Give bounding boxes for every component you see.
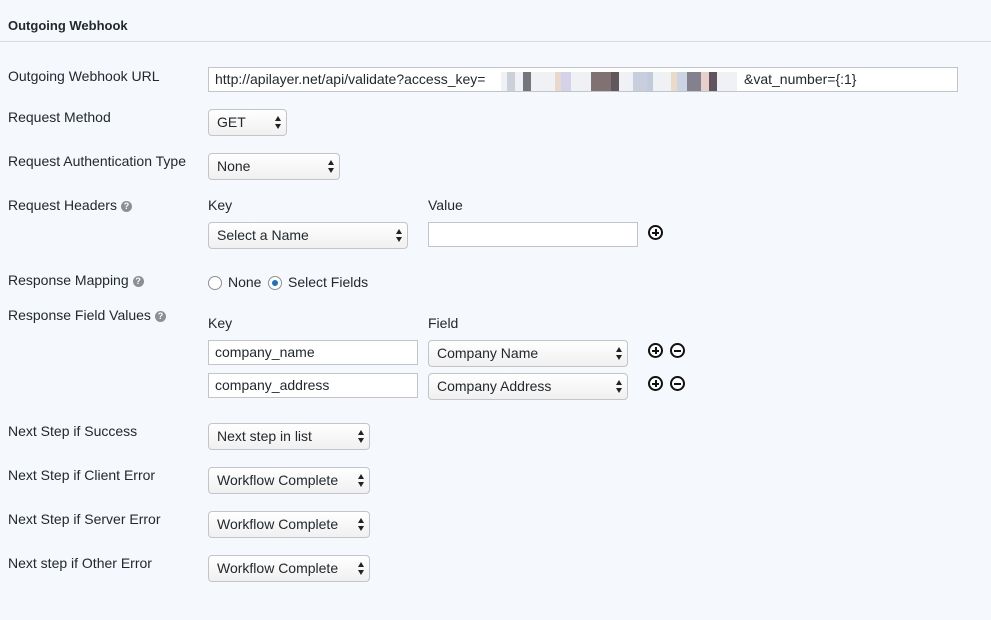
response-field-select[interactable]: Company Name xyxy=(428,340,628,367)
client-error-label: Next Step if Client Error xyxy=(8,467,156,483)
server-error-label: Next Step if Server Error xyxy=(8,511,161,527)
remove-row-minus-circle-icon[interactable] xyxy=(670,376,685,391)
mapping-label: Response Mapping? xyxy=(8,272,144,288)
success-step-value: Next step in list xyxy=(217,428,312,444)
mapping-none-radio[interactable] xyxy=(208,276,222,290)
updown-arrows-icon xyxy=(396,228,402,243)
success-label: Next Step if Success xyxy=(8,423,138,439)
updown-arrows-icon xyxy=(358,429,364,444)
mapping-select-fields-label: Select Fields xyxy=(288,274,369,290)
updown-arrows-icon xyxy=(358,561,364,576)
headers-value-heading: Value xyxy=(428,197,463,213)
field-values-label-text: Response Field Values xyxy=(8,307,151,323)
headers-key-heading: Key xyxy=(208,197,233,213)
help-circle-icon[interactable]: ? xyxy=(132,276,144,287)
url-label: Outgoing Webhook URL xyxy=(8,68,160,84)
help-circle-icon[interactable]: ? xyxy=(154,311,166,322)
updown-arrows-icon xyxy=(358,473,364,488)
add-row-plus-circle-icon[interactable] xyxy=(648,343,663,358)
url-prefix: http://apilayer.net/api/validate?access_… xyxy=(215,71,486,87)
headers-label: Request Headers? xyxy=(8,197,132,213)
method-label: Request Method xyxy=(8,109,111,125)
success-step-select[interactable]: Next step in list xyxy=(208,423,370,450)
header-name-select[interactable]: Select a Name xyxy=(208,222,408,249)
client-error-step-value: Workflow Complete xyxy=(217,472,339,488)
server-error-step-select[interactable]: Workflow Complete xyxy=(208,511,370,538)
webhook-url-input[interactable]: http://apilayer.net/api/validate?access_… xyxy=(208,67,958,92)
updown-arrows-icon xyxy=(358,517,364,532)
redacted-access-key xyxy=(501,72,737,91)
mapping-none-label: None xyxy=(228,274,262,290)
updown-arrows-icon xyxy=(328,159,334,174)
other-error-step-select[interactable]: Workflow Complete xyxy=(208,555,370,582)
mapping-label-text: Response Mapping xyxy=(8,272,129,288)
url-suffix: &vat_number={:1} xyxy=(744,71,857,87)
client-error-step-select[interactable]: Workflow Complete xyxy=(208,467,370,494)
other-error-step-value: Workflow Complete xyxy=(217,560,339,576)
header-name-value: Select a Name xyxy=(217,227,309,243)
auth-value: None xyxy=(217,158,251,174)
section-divider xyxy=(0,41,991,42)
response-field-value: Company Name xyxy=(437,345,539,361)
method-value: GET xyxy=(217,114,246,130)
other-error-label: Next step if Other Error xyxy=(8,555,152,571)
field-values-field-heading: Field xyxy=(428,315,459,331)
field-values-key-heading: Key xyxy=(208,315,233,331)
method-select[interactable]: GET xyxy=(208,109,287,136)
server-error-step-value: Workflow Complete xyxy=(217,516,339,532)
response-key-input[interactable]: company_name xyxy=(208,340,418,365)
updown-arrows-icon xyxy=(275,115,281,130)
mapping-select-fields-radio[interactable] xyxy=(268,276,282,290)
auth-select[interactable]: None xyxy=(208,153,340,180)
add-row-plus-circle-icon[interactable] xyxy=(648,376,663,391)
header-value-input[interactable] xyxy=(428,222,638,247)
auth-label: Request Authentication Type xyxy=(8,153,186,169)
remove-row-minus-circle-icon[interactable] xyxy=(670,343,685,358)
response-field-value: Company Address xyxy=(437,378,552,394)
updown-arrows-icon xyxy=(616,346,622,361)
section-title: Outgoing Webhook xyxy=(8,18,128,33)
help-circle-icon[interactable]: ? xyxy=(120,201,132,212)
field-values-label: Response Field Values? xyxy=(8,307,166,323)
updown-arrows-icon xyxy=(616,379,622,394)
response-key-input[interactable]: company_address xyxy=(208,373,418,398)
headers-label-text: Request Headers xyxy=(8,197,117,213)
add-header-plus-circle-icon[interactable] xyxy=(648,225,663,240)
response-field-select[interactable]: Company Address xyxy=(428,373,628,400)
